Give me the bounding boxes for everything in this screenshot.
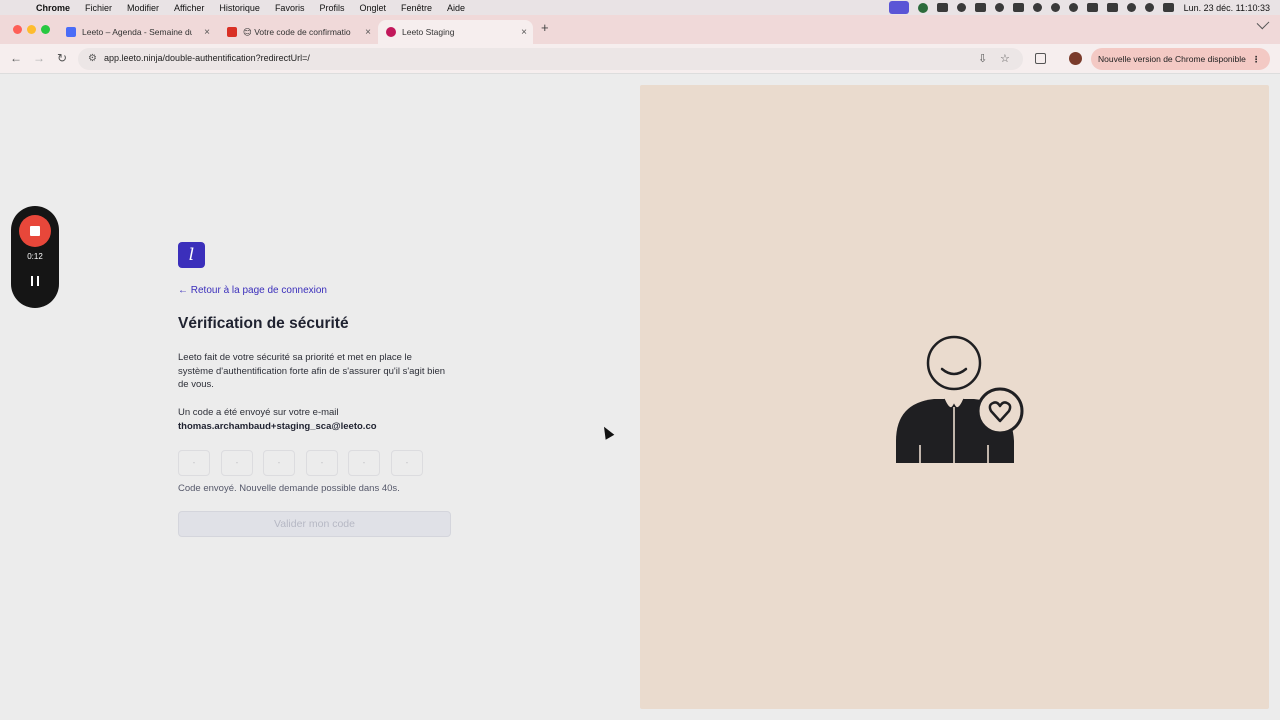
play-icon[interactable] [1050,3,1060,12]
more-vertical-icon: ⋮ [1251,53,1261,64]
battery-icon[interactable] [1106,3,1118,12]
pause-icon[interactable] [31,276,39,286]
leeto-icon [386,27,396,37]
page-title: Vérification de sécurité [178,315,349,332]
menu-afficher[interactable]: Afficher [174,3,204,13]
screen-recorder-widget: 0:12 [11,206,59,308]
tab-title: Leeto Staging [402,27,455,37]
close-tab-icon[interactable]: × [521,27,527,38]
browser-toolbar: ← → ↻ ⚙ app.leeto.ninja/double-authentif… [0,44,1280,74]
macos-menu-bar: Chrome Fichier Modifier Afficher Histori… [0,0,1280,15]
tab-search-chevron-icon[interactable] [1256,16,1270,30]
resend-status-text: Code envoyé. Nouvelle demande possible d… [178,483,400,494]
book-icon[interactable] [936,3,948,12]
gmail-icon [227,27,237,37]
extension-status-icon[interactable] [917,2,928,13]
reload-icon[interactable]: ↻ [57,51,67,65]
bluetooth-icon[interactable] [1086,3,1098,12]
notion-icon[interactable] [974,3,986,12]
bookmark-star-icon[interactable]: ☆ [1000,52,1010,65]
calendar-icon [66,27,76,37]
menu-fichier[interactable]: Fichier [85,3,112,13]
gear-icon[interactable] [1032,3,1042,12]
code-digit-input-2[interactable]: - [221,450,253,476]
install-app-icon[interactable]: ⇩ [978,52,987,65]
heart-badge [976,387,1024,435]
person-with-heart-illustration [896,335,1024,463]
cloud-icon[interactable] [1012,3,1024,12]
mouse-cursor-icon [599,424,615,440]
recording-timer: 0:12 [27,252,43,261]
code-sent-label: Un code a été envoyé sur votre e-mail [178,407,339,418]
menu-modifier[interactable]: Modifier [127,3,159,13]
validate-code-button[interactable]: Valider mon code [178,511,451,537]
profile-avatar[interactable] [1069,52,1082,65]
menu-onglet[interactable]: Onglet [359,3,386,13]
headphones-icon[interactable] [1068,3,1078,12]
close-tab-icon[interactable]: × [365,27,371,38]
update-label: Nouvelle version de Chrome disponible [1098,54,1246,64]
menu-aide[interactable]: Aide [447,3,465,13]
chrome-update-button[interactable]: Nouvelle version de Chrome disponible ⋮ [1091,48,1271,70]
menubar-clock[interactable]: Lun. 23 déc. 11:10:33 [1184,3,1270,13]
site-info-icon[interactable]: ⚙ [88,53,97,64]
security-description: Leeto fait de votre sécurité sa priorité… [178,352,446,390]
control-center-icon[interactable] [1162,3,1174,12]
code-digit-input-4[interactable]: - [306,450,338,476]
tab-leeto-staging[interactable]: Leeto Staging × [378,20,533,44]
tab-gmail-code[interactable]: 😊 Votre code de confirmatio × [219,20,377,44]
fullscreen-window-button[interactable] [41,25,50,34]
tab-title: Leeto – Agenda - Semaine du [82,27,192,37]
screen-recording-icon[interactable] [888,1,909,14]
code-digit-input-5[interactable]: - [348,450,380,476]
code-digit-input-6[interactable]: - [391,450,423,476]
shield-icon[interactable] [956,3,966,12]
target-icon[interactable] [994,3,1004,12]
minimize-window-button[interactable] [27,25,36,34]
code-digit-input-3[interactable]: - [263,450,295,476]
menu-historique[interactable]: Historique [219,3,260,13]
menu-profils[interactable]: Profils [319,3,344,13]
menu-favoris[interactable]: Favoris [275,3,305,13]
recipient-email: thomas.archambaud+staging_sca@leeto.co [178,421,377,432]
close-tab-icon[interactable]: × [204,27,210,38]
extensions-puzzle-icon[interactable] [1035,53,1046,64]
status-menus: Lun. 23 déc. 11:10:33 [880,0,1270,15]
code-digit-input-1[interactable]: - [178,450,210,476]
menu-fenetre[interactable]: Fenêtre [401,3,432,13]
close-window-button[interactable] [13,25,22,34]
back-arrow-icon[interactable]: ← [10,51,22,65]
person-head [926,335,982,391]
smile [940,367,968,376]
spotlight-search-icon[interactable] [1144,3,1154,12]
back-to-login-link[interactable]: ← Retour à la page de connexion [178,285,327,296]
tab-strip: Leeto – Agenda - Semaine du × 😊 Votre co… [0,15,1280,44]
new-tab-button[interactable]: + [541,20,549,35]
url-text[interactable]: app.leeto.ninja/double-authentification?… [104,53,310,63]
tab-leeto-agenda[interactable]: Leeto – Agenda - Semaine du × [58,20,216,44]
address-bar[interactable]: ⚙ app.leeto.ninja/double-authentificatio… [78,48,1023,70]
stop-recording-button[interactable] [19,215,51,247]
menu-app-name[interactable]: Chrome [36,3,70,13]
wifi-icon[interactable] [1126,3,1136,12]
forward-arrow-icon[interactable]: → [33,51,45,65]
leeto-logo: l [178,242,205,268]
tab-title: 😊 Votre code de confirmatio [243,26,351,37]
